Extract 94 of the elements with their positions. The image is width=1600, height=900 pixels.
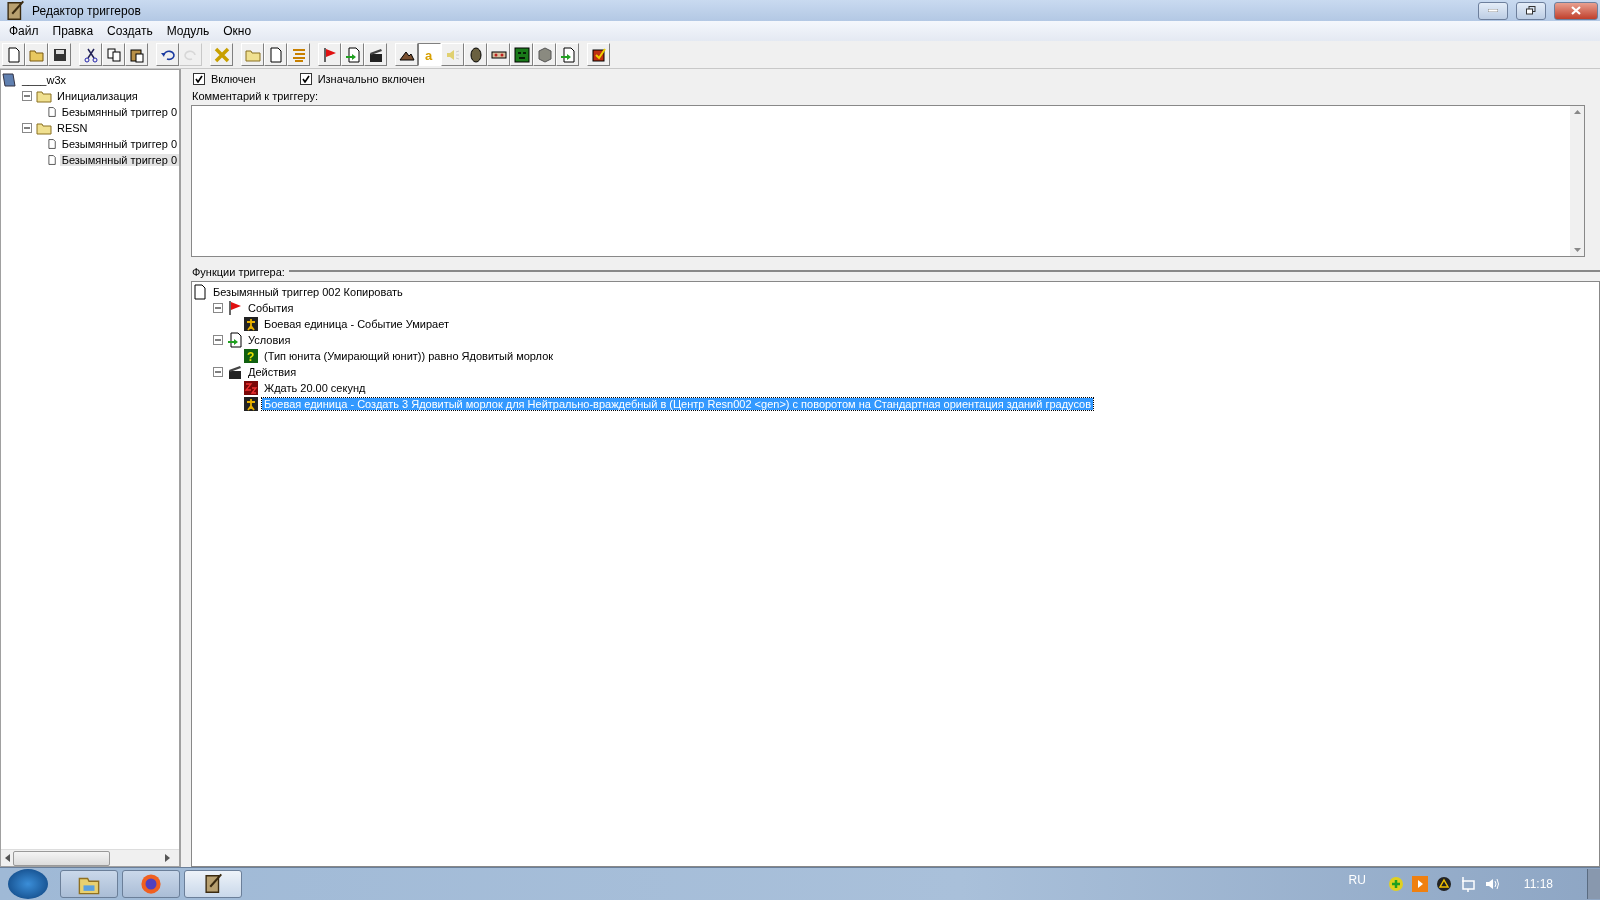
checkbox[interactable] — [193, 73, 205, 85]
scroll-up-icon[interactable] — [1573, 110, 1581, 114]
copy-icon — [105, 46, 122, 63]
play-icon[interactable] — [1411, 876, 1428, 892]
clapper-icon — [227, 364, 243, 380]
page-icon — [46, 152, 57, 168]
comment-field[interactable] — [191, 105, 1585, 257]
scroll-down-icon[interactable] — [1573, 248, 1581, 252]
lines-icon — [290, 46, 307, 63]
monster-icon — [513, 46, 530, 63]
tree-item[interactable]: ____w3x — [20, 74, 69, 86]
toolbar-button[interactable] — [125, 43, 148, 66]
restore-icon — [1526, 6, 1536, 15]
editor-icon — [202, 873, 224, 895]
checkbox[interactable] — [299, 73, 312, 85]
arrowpage-icon — [344, 46, 361, 63]
toolbar-button[interactable] — [364, 43, 387, 66]
new-icon — [5, 46, 22, 63]
tree-item[interactable]: Ждать 20.00 секунд — [262, 382, 368, 394]
question-icon: ? — [243, 348, 259, 364]
collapse-toggle[interactable] — [22, 123, 32, 133]
minimize-icon — [1488, 9, 1498, 12]
horizontal-scrollbar[interactable] — [1, 849, 179, 866]
checkbox-label: Включен — [211, 73, 256, 85]
toolbar-button[interactable] — [464, 43, 487, 66]
toolbar-button[interactable] — [587, 43, 610, 66]
minimize-button[interactable] — [1478, 1, 1508, 20]
folder-icon — [36, 88, 52, 104]
tree-item[interactable]: (Тип юнита (Умирающий юнит)) равно Ядовитый морлок — [262, 350, 556, 362]
toolbar-button[interactable] — [395, 43, 418, 66]
menu-item[interactable]: Создать — [100, 24, 160, 38]
page-icon — [46, 104, 57, 120]
arrowpage-icon — [559, 46, 576, 63]
minus-icon — [215, 337, 221, 343]
menu-item[interactable]: Окно — [216, 24, 259, 38]
flag-icon — [227, 300, 243, 316]
paste-icon — [128, 46, 145, 63]
check-icon — [590, 46, 607, 63]
clapper-icon — [367, 46, 384, 63]
scroll-left-icon[interactable] — [5, 854, 11, 862]
toolbar-button[interactable] — [487, 43, 510, 66]
tree-item[interactable]: Боевая единица - Событие Умирает — [262, 318, 451, 330]
close-button[interactable] — [1554, 1, 1598, 20]
toolbar-button[interactable] — [48, 43, 71, 66]
sleep-icon — [243, 380, 259, 396]
collapse-toggle[interactable] — [213, 335, 223, 345]
minus-icon — [215, 369, 221, 375]
arrowpage-icon — [227, 332, 243, 348]
cube-icon — [536, 46, 553, 63]
checkmark-icon — [301, 75, 310, 83]
tree-item[interactable]: Безымянный триггер 0 — [59, 106, 179, 118]
tree-item[interactable]: Условия — [246, 334, 293, 346]
scroll-right-icon[interactable] — [165, 854, 171, 862]
map-icon — [1, 72, 17, 88]
tree-item[interactable]: Инициализация — [55, 90, 140, 102]
page-icon — [267, 46, 284, 63]
tree-item[interactable]: События — [246, 302, 296, 314]
tree-item[interactable]: Действия — [246, 366, 299, 378]
comment-label: Комментарий к триггеру: — [191, 89, 319, 104]
menu-item[interactable]: Правка — [45, 24, 101, 38]
tree-item[interactable]: Безымянный триггер 002 Копировать — [211, 286, 405, 298]
start-button[interactable] — [8, 869, 48, 899]
taskbar-button[interactable] — [184, 870, 242, 898]
folder-icon — [36, 120, 52, 136]
collapse-toggle[interactable] — [22, 91, 32, 101]
cut-icon — [82, 46, 99, 63]
restore-button[interactable] — [1516, 1, 1546, 20]
tree-item[interactable]: RESN — [55, 122, 90, 134]
toolbar-button[interactable] — [318, 43, 341, 66]
network-icon[interactable] — [1459, 876, 1476, 892]
tree-item[interactable]: Безымянный триггер 0 — [59, 154, 179, 166]
functions-label: Функции триггера: — [191, 265, 285, 280]
minus-icon — [215, 305, 221, 311]
menu-item[interactable]: Модуль — [159, 24, 217, 38]
flag-icon — [321, 46, 338, 63]
menu-item[interactable]: Файл — [2, 24, 46, 38]
page-icon — [46, 136, 57, 152]
toolbar-button[interactable] — [79, 43, 102, 66]
close-icon — [1571, 6, 1581, 15]
toolbar-button[interactable] — [156, 43, 179, 66]
minus-icon — [24, 125, 30, 131]
minus-icon — [24, 93, 30, 99]
x-icon — [213, 46, 230, 63]
collapse-toggle[interactable] — [213, 367, 223, 377]
checkbox-label: Изначально включен — [317, 73, 425, 85]
volume-icon[interactable] — [1483, 876, 1500, 892]
collapse-toggle[interactable] — [213, 303, 223, 313]
toolbar-button[interactable] — [510, 43, 533, 66]
window-title: Редактор триггеров — [32, 3, 141, 18]
checkmark-icon — [195, 75, 203, 83]
browser-icon — [140, 873, 162, 895]
app-icon — [4, 0, 26, 22]
tree-item[interactable]: Безымянный триггер 0 — [59, 138, 179, 150]
save-icon — [51, 46, 68, 63]
